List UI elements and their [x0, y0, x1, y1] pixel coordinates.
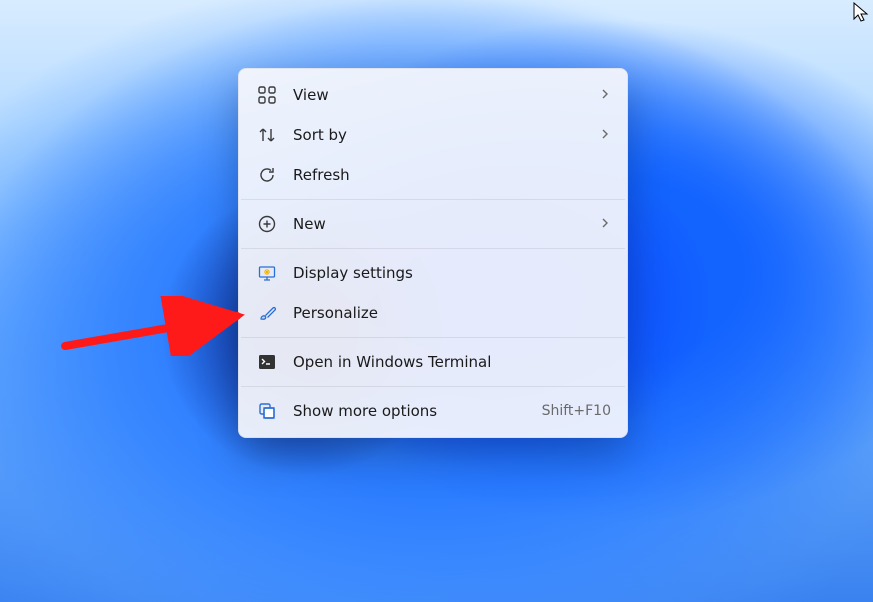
refresh-icon: [255, 163, 279, 187]
menu-separator: [241, 199, 625, 200]
chevron-right-icon: [599, 215, 611, 233]
desktop-wallpaper[interactable]: View Sort by Refresh: [0, 0, 873, 602]
chevron-right-icon: [599, 126, 611, 144]
annotation-arrow: [55, 296, 255, 356]
menu-item-sort-by[interactable]: Sort by: [239, 115, 627, 155]
menu-separator: [241, 386, 625, 387]
menu-separator: [241, 248, 625, 249]
sort-icon: [255, 123, 279, 147]
new-plus-icon: [255, 212, 279, 236]
menu-item-label: Sort by: [293, 128, 599, 143]
menu-item-view[interactable]: View: [239, 75, 627, 115]
menu-item-label: Personalize: [293, 306, 611, 321]
menu-item-shortcut: Shift+F10: [542, 403, 611, 419]
menu-item-label: Display settings: [293, 266, 611, 281]
view-grid-icon: [255, 83, 279, 107]
desktop-context-menu: View Sort by Refresh: [238, 68, 628, 438]
menu-item-refresh[interactable]: Refresh: [239, 155, 627, 195]
menu-item-display-settings[interactable]: Display settings: [239, 253, 627, 293]
menu-item-label: New: [293, 217, 599, 232]
terminal-icon: [255, 350, 279, 374]
menu-item-label: Refresh: [293, 168, 611, 183]
display-settings-icon: [255, 261, 279, 285]
menu-item-label: View: [293, 88, 599, 103]
menu-item-show-more-options[interactable]: Show more options Shift+F10: [239, 391, 627, 431]
menu-separator: [241, 337, 625, 338]
mouse-cursor-icon: [853, 2, 869, 22]
personalize-brush-icon: [255, 301, 279, 325]
menu-item-open-terminal[interactable]: Open in Windows Terminal: [239, 342, 627, 382]
menu-item-personalize[interactable]: Personalize: [239, 293, 627, 333]
menu-item-label: Show more options: [293, 404, 542, 419]
menu-item-label: Open in Windows Terminal: [293, 355, 611, 370]
menu-item-new[interactable]: New: [239, 204, 627, 244]
chevron-right-icon: [599, 86, 611, 104]
show-more-icon: [255, 399, 279, 423]
